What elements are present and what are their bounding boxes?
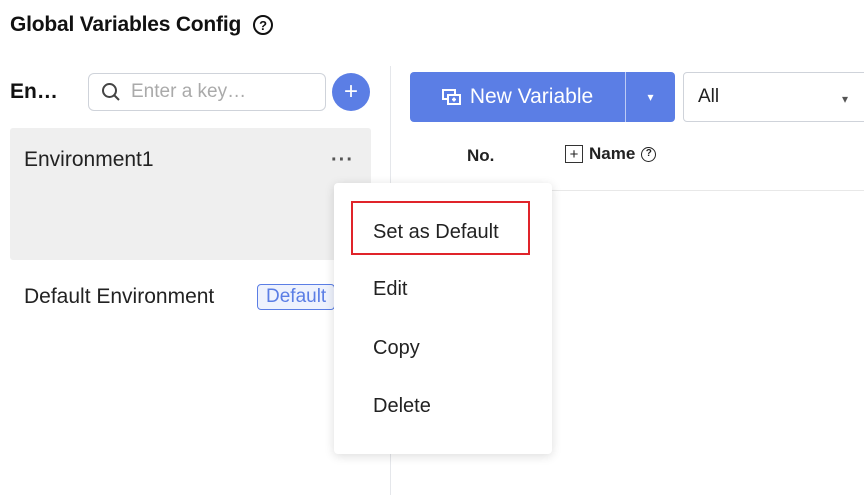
column-header-name: + Name ? <box>565 144 657 164</box>
column-header-no: No. <box>467 146 495 165</box>
environment-item-label: Default Environment <box>24 285 215 308</box>
search-field[interactable] <box>88 73 326 111</box>
new-variable-button[interactable]: New Variable <box>410 72 625 122</box>
add-variable-icon <box>441 88 462 106</box>
default-badge: Default <box>257 284 336 310</box>
more-options-icon[interactable]: ··· <box>331 150 354 170</box>
new-variable-label: New Variable <box>469 85 594 108</box>
menu-item-edit[interactable]: Edit <box>373 278 407 301</box>
new-variable-dropdown-icon[interactable]: ▾ <box>626 72 675 122</box>
chevron-down-icon: ▾ <box>842 92 849 106</box>
environment-item-default[interactable]: Default Environment Default <box>10 272 371 320</box>
environment-item-label: Environment1 <box>24 148 154 171</box>
filter-selected-value: All <box>698 86 720 107</box>
page-title: Global Variables Config <box>10 13 242 36</box>
search-input[interactable] <box>131 81 291 103</box>
environment-item-environment1[interactable]: Environment1 ··· <box>10 128 371 260</box>
column-header-name-label: Name <box>589 144 636 163</box>
menu-item-delete[interactable]: Delete <box>373 395 431 418</box>
search-icon <box>101 82 121 102</box>
page-header: Global Variables Config ? <box>10 10 274 40</box>
context-menu: Set as Default Edit Copy Delete <box>334 183 552 454</box>
new-variable-split-button: New Variable ▾ <box>410 72 675 122</box>
menu-item-copy[interactable]: Copy <box>373 337 420 360</box>
menu-item-set-as-default[interactable]: Set as Default <box>373 221 499 244</box>
help-icon[interactable]: ? <box>641 146 657 162</box>
filter-select[interactable]: All ▾ <box>683 72 864 122</box>
help-icon[interactable]: ? <box>253 15 274 35</box>
add-environment-button[interactable]: + <box>332 73 370 111</box>
expand-icon[interactable]: + <box>565 145 583 163</box>
environment-label: En… <box>10 80 58 103</box>
